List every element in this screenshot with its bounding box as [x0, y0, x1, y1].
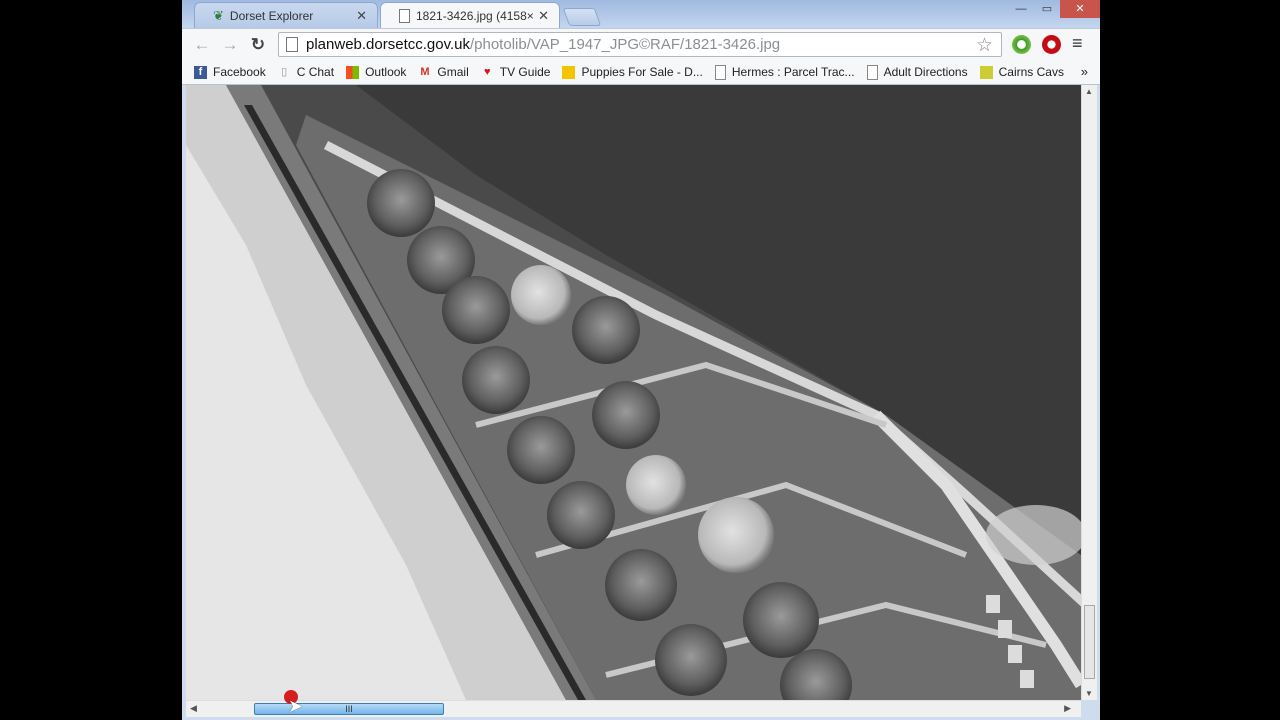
bookmark-puppies[interactable]: Puppies For Sale - D...	[562, 65, 703, 79]
bookmark-label: C Chat	[296, 65, 335, 79]
cairns-icon	[979, 65, 993, 79]
more-bookmarks-chevron-icon[interactable]: »	[1081, 64, 1088, 79]
horizontal-scroll-thumb[interactable]: III	[254, 703, 444, 715]
bookmark-facebook[interactable]: f Facebook	[194, 65, 266, 79]
close-tab-icon[interactable]: ✕	[356, 8, 367, 24]
bookmark-label: Outlook	[365, 65, 407, 79]
new-tab-button[interactable]	[562, 8, 602, 26]
bookmark-c-chat[interactable]: ▯ C Chat	[278, 65, 334, 79]
bookmark-hermes[interactable]: Hermes : Parcel Trac...	[714, 64, 855, 80]
gmail-icon: M	[420, 65, 430, 78]
scroll-up-arrow-icon[interactable]: ▲	[1085, 87, 1093, 96]
chat-icon: ▯	[281, 65, 288, 78]
puppy-icon	[562, 65, 576, 79]
scroll-down-arrow-icon[interactable]: ▼	[1085, 689, 1093, 698]
bookmark-label: Facebook	[213, 65, 266, 79]
heart-icon: ♥	[484, 65, 491, 78]
reload-icon[interactable]: ↻	[246, 33, 270, 57]
bookmarks-bar: f Facebook ▯ C Chat Outlook M Gmail ♥ TV Gui…	[182, 60, 1100, 85]
horizontal-scrollbar[interactable]: ◀ III ▶	[186, 700, 1081, 717]
bookmark-tv-guide[interactable]: ♥ TV Guide	[481, 65, 551, 79]
browser-window: ❦ Dorset Explorer ✕ 1821-3426.jpg (4158×…	[182, 0, 1100, 720]
page-icon	[399, 8, 410, 23]
back-arrow-icon[interactable]: ←	[190, 33, 214, 57]
page-icon	[286, 37, 298, 52]
bookmark-cairns-cavs[interactable]: Cairns Cavs	[979, 65, 1064, 79]
mouse-cursor-icon: ➤	[288, 696, 304, 716]
url-path: /photolib/VAP_1947_JPG©RAF/1821-3426.jpg	[469, 36, 781, 53]
tab-dorset-explorer[interactable]: ❦ Dorset Explorer ✕	[194, 2, 378, 28]
vertical-scrollbar[interactable]: ▲ ▼	[1081, 85, 1097, 700]
aerial-photo-image	[186, 85, 1081, 700]
tab-title: 1821-3426.jpg (4158×4758	[416, 8, 534, 23]
outlook-icon	[346, 65, 360, 79]
leaf-icon: ❦	[213, 7, 224, 23]
bookmark-label: Hermes : Parcel Trac...	[731, 65, 855, 79]
forward-arrow-icon[interactable]: →	[218, 33, 242, 57]
extension-red-icon[interactable]	[1042, 35, 1061, 54]
bookmark-adult-directions[interactable]: Adult Directions	[866, 64, 968, 80]
bookmark-label: Gmail	[437, 65, 469, 79]
tab-strip: ❦ Dorset Explorer ✕ 1821-3426.jpg (4158×…	[182, 0, 1100, 28]
close-tab-icon[interactable]: ✕	[538, 8, 549, 24]
tab-title: Dorset Explorer	[229, 8, 314, 23]
toolbar: ← → ↻ planweb.dorsetcc.gov.uk /photolib/…	[182, 28, 1100, 61]
tab-image[interactable]: 1821-3426.jpg (4158×4758 ✕	[380, 2, 560, 28]
bookmark-label: Adult Directions	[883, 65, 968, 79]
bookmark-star-icon[interactable]: ☆	[976, 34, 993, 57]
vertical-scroll-thumb[interactable]	[1084, 605, 1095, 679]
bookmark-outlook[interactable]: Outlook	[346, 65, 406, 79]
maximize-icon[interactable]: ▭	[1034, 0, 1060, 18]
bookmark-label: Cairns Cavs	[998, 65, 1064, 79]
address-bar[interactable]: planweb.dorsetcc.gov.uk /photolib/VAP_19…	[278, 32, 1002, 57]
extension-green-icon[interactable]	[1012, 35, 1031, 54]
facebook-icon: f	[194, 65, 207, 79]
scroll-left-arrow-icon[interactable]: ◀	[190, 703, 197, 714]
bookmark-label: Puppies For Sale - D...	[581, 65, 703, 79]
page-icon	[866, 64, 878, 80]
close-window-icon[interactable]: ✕	[1060, 0, 1100, 18]
minimize-icon[interactable]: —	[1008, 0, 1034, 18]
scroll-right-arrow-icon[interactable]: ▶	[1064, 703, 1071, 714]
url-host: planweb.dorsetcc.gov.uk	[306, 36, 470, 53]
window-controls: — ▭ ✕	[1008, 0, 1100, 20]
aerial-photo[interactable]	[186, 85, 1081, 700]
bookmark-gmail[interactable]: M Gmail	[418, 65, 468, 79]
bookmark-label: TV Guide	[499, 65, 551, 79]
menu-icon[interactable]: ≡	[1072, 33, 1083, 54]
page-icon	[714, 64, 726, 80]
